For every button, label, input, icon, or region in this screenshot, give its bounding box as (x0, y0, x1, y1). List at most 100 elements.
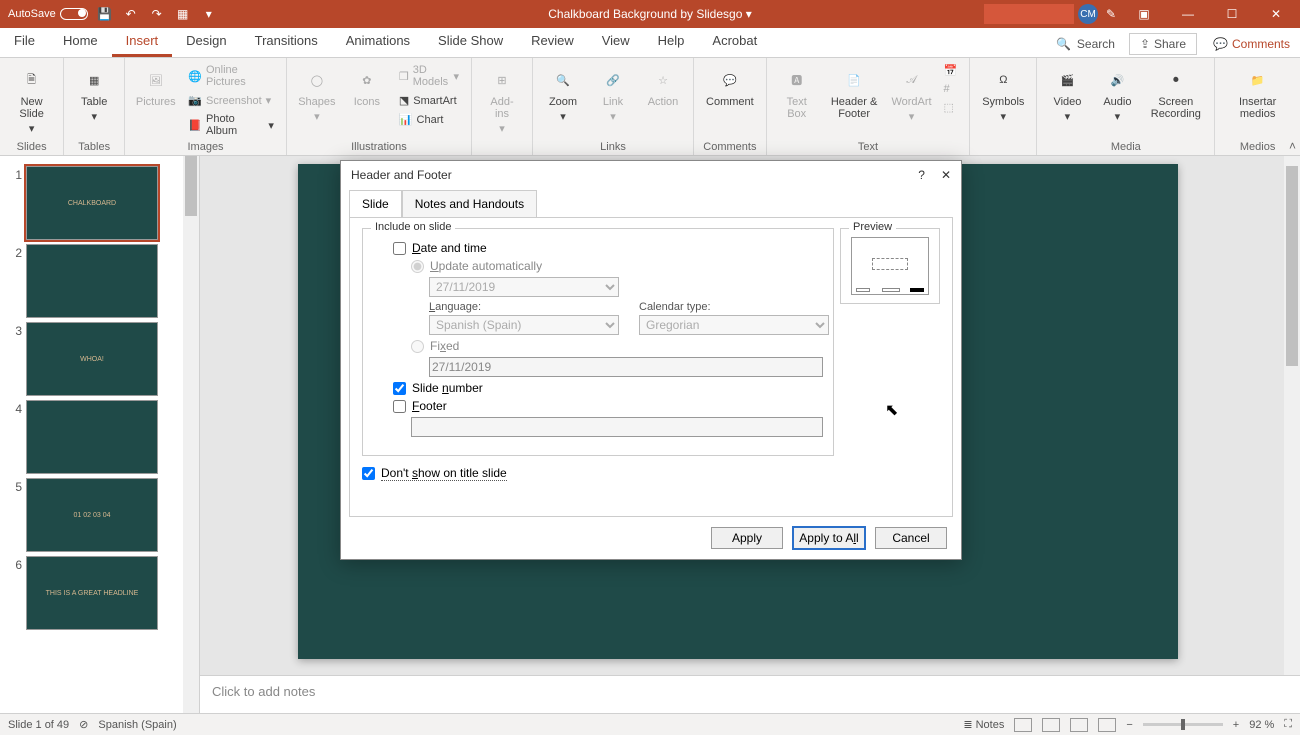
menu-tab-file[interactable]: File (0, 27, 49, 57)
tell-me-search[interactable]: 🔍 Search (1042, 31, 1129, 57)
online-pictures-button[interactable]: 🌐Online Pictures (184, 62, 278, 90)
language-dropdown[interactable]: Spanish (Spain) (429, 315, 619, 335)
menu-tab-design[interactable]: Design (172, 27, 240, 57)
dont-show-title-checkbox[interactable] (362, 467, 375, 480)
save-icon[interactable]: 💾 (96, 5, 114, 23)
fixed-radio[interactable] (411, 340, 424, 353)
header-footer-button[interactable]: 📄Header & Footer (825, 62, 884, 124)
chart-button[interactable]: 📊Chart (395, 111, 463, 128)
menu-tab-insert[interactable]: Insert (112, 27, 173, 57)
slide-number-checkbox[interactable] (393, 382, 406, 395)
zoom-button[interactable]: 🔍Zoom▾ (541, 62, 585, 127)
thumbnails-scrollbar[interactable] (183, 156, 199, 713)
notes-toggle[interactable]: ≣ Notes (963, 718, 1004, 731)
comments-button[interactable]: 💬 Comments (1203, 33, 1300, 55)
qat-more-icon[interactable]: ▾ (200, 5, 218, 23)
table-button[interactable]: ▦ Table ▾ (72, 62, 116, 127)
calendar-type-dropdown[interactable]: Gregorian (639, 315, 829, 335)
user-name-block[interactable] (984, 4, 1074, 24)
date-time-checkbox[interactable] (393, 242, 406, 255)
date-time-button[interactable]: 📅 (940, 62, 962, 79)
link-button[interactable]: 🔗Link▾ (591, 62, 635, 127)
slide-thumbnail[interactable]: 5 01 02 03 04 (0, 476, 199, 554)
slide-sorter-view-button[interactable] (1042, 718, 1060, 732)
menu-tab-review[interactable]: Review (517, 27, 588, 57)
footer-checkbox[interactable] (393, 400, 406, 413)
fixed-date-input[interactable] (429, 357, 823, 377)
audio-button[interactable]: 🔊Audio▾ (1095, 62, 1139, 127)
dialog-tab-slide[interactable]: Slide (349, 190, 402, 218)
zoom-out-button[interactable]: − (1126, 719, 1132, 731)
video-button[interactable]: 🎬Video▾ (1045, 62, 1089, 127)
slide-thumbnail[interactable]: 3 WHOA! (0, 320, 199, 398)
autosave-toggle[interactable]: AutoSave (8, 8, 88, 20)
menu-tab-transitions[interactable]: Transitions (241, 27, 332, 57)
menu-tab-slide-show[interactable]: Slide Show (424, 27, 517, 57)
insertar-medios-button[interactable]: 📁Insertar medios (1223, 62, 1292, 124)
maximize-button[interactable]: ☐ (1212, 0, 1252, 28)
smartart-button[interactable]: ⬔SmartArt (395, 92, 463, 109)
normal-view-button[interactable] (1014, 718, 1032, 732)
screen-recording-button[interactable]: ⏺Screen Recording (1145, 62, 1206, 124)
language-label: Language: (429, 301, 619, 313)
dialog-help-button[interactable]: ? (918, 168, 925, 182)
wordart-button[interactable]: 𝒜WordArt▾ (890, 62, 934, 127)
auto-date-dropdown[interactable]: 27/11/2019 (429, 277, 619, 297)
redo-icon[interactable]: ↷ (148, 5, 166, 23)
preview-area: Preview (840, 228, 940, 304)
reading-view-button[interactable] (1070, 718, 1088, 732)
symbols-button[interactable]: ΩSymbols▾ (978, 62, 1028, 127)
zoom-in-button[interactable]: + (1233, 719, 1239, 731)
comment-button[interactable]: 💬Comment (702, 62, 758, 112)
close-button[interactable]: ✕ (1256, 0, 1296, 28)
minimize-button[interactable]: — (1168, 0, 1208, 28)
cube-icon: ❒ (399, 70, 409, 83)
footer-label: Footer (412, 399, 447, 413)
update-auto-radio[interactable] (411, 260, 424, 273)
undo-icon[interactable]: ↶ (122, 5, 140, 23)
language-indicator[interactable]: Spanish (Spain) (98, 719, 176, 731)
icons-button[interactable]: ✿ Icons (345, 62, 389, 112)
photo-album-button[interactable]: 📕Photo Album ▾ (184, 111, 278, 139)
user-avatar[interactable]: CM (1078, 4, 1098, 24)
menu-tab-view[interactable]: View (588, 27, 644, 57)
zoom-percent[interactable]: 92 % (1249, 719, 1274, 731)
pictures-button[interactable]: 🖼 Pictures (133, 62, 178, 112)
object-button[interactable]: ⬚ (940, 99, 962, 116)
addins-button[interactable]: ⊞ Add-ins▾ (480, 62, 524, 139)
slide-thumbnail[interactable]: 2 (0, 242, 199, 320)
screenshot-button[interactable]: 📷Screenshot ▾ (184, 92, 278, 109)
slideshow-view-button[interactable] (1098, 718, 1116, 732)
zoom-slider[interactable] (1143, 723, 1223, 726)
apply-to-all-button[interactable]: Apply to All (793, 527, 865, 549)
slide-thumbnail[interactable]: 1 CHALKBOARD (0, 164, 199, 242)
slide-thumb-image: 01 02 03 04 (26, 478, 158, 552)
menu-tab-acrobat[interactable]: Acrobat (698, 27, 771, 57)
fit-to-window-button[interactable]: ⛶ (1284, 718, 1292, 731)
canvas-scrollbar-vertical[interactable] (1284, 156, 1300, 675)
footer-input[interactable] (411, 417, 823, 437)
collapse-ribbon-icon[interactable]: ˄ (1289, 139, 1296, 153)
slide-number-button[interactable]: # (940, 81, 962, 97)
menu-tab-animations[interactable]: Animations (332, 27, 424, 57)
notes-pane[interactable]: Click to add notes (200, 675, 1300, 713)
pen-icon[interactable]: ✎ (1102, 5, 1120, 23)
accessibility-icon[interactable]: ⊘ (79, 718, 88, 731)
shapes-button[interactable]: ◯ Shapes▾ (295, 62, 339, 127)
action-button[interactable]: ☆Action (641, 62, 685, 112)
text-box-button[interactable]: 🅰Text Box (775, 62, 819, 124)
slide-thumbnail[interactable]: 4 (0, 398, 199, 476)
menu-tab-help[interactable]: Help (644, 27, 699, 57)
apply-button[interactable]: Apply (711, 527, 783, 549)
slide-thumbnail[interactable]: 6 THIS IS A GREAT HEADLINE (0, 554, 199, 632)
3d-models-button[interactable]: ❒3D Models ▾ (395, 62, 463, 90)
menu-tab-home[interactable]: Home (49, 27, 112, 57)
cancel-button[interactable]: Cancel (875, 527, 947, 549)
slideshow-icon[interactable]: ▦ (174, 5, 192, 23)
slide-counter[interactable]: Slide 1 of 49 (8, 719, 69, 731)
dialog-close-button[interactable]: ✕ (941, 168, 951, 182)
new-slide-button[interactable]: 🗎 New Slide ▾ (8, 62, 55, 139)
ribbon-display-icon[interactable]: ▣ (1124, 0, 1164, 28)
share-button[interactable]: ⇪ Share (1129, 33, 1197, 55)
dialog-tab-notes-and-handouts[interactable]: Notes and Handouts (402, 190, 537, 218)
